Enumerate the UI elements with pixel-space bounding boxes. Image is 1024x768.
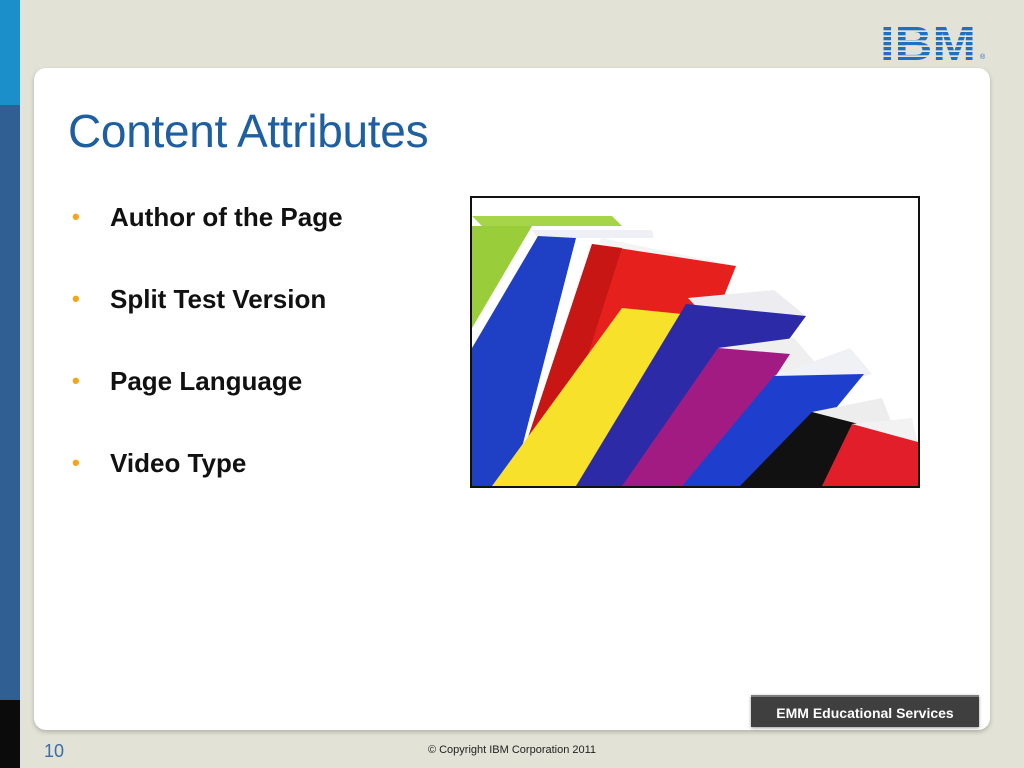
bullet-icon: • [72, 368, 80, 393]
bullet-text: Video Type [110, 448, 247, 478]
bullet-text: Author of the Page [110, 202, 343, 232]
bullet-icon: • [72, 286, 80, 311]
copyright-text: © Copyright IBM Corporation 2011 [427, 744, 597, 756]
books-image [470, 196, 920, 488]
slide-title: Content Attributes [68, 105, 429, 157]
accent-bar-bottom [0, 700, 20, 768]
bullet-text: Page Language [110, 366, 303, 396]
emm-badge: EMM Educational Services [751, 695, 979, 727]
bullet-icon: • [72, 450, 80, 475]
ibm-logo: IBM ® [880, 22, 988, 62]
bullet-icon: • [72, 204, 80, 229]
accent-bar-middle [0, 105, 20, 700]
accent-bar-top [0, 0, 20, 105]
svg-text:®: ® [980, 53, 986, 61]
bullet-text: Split Test Version [110, 284, 327, 314]
